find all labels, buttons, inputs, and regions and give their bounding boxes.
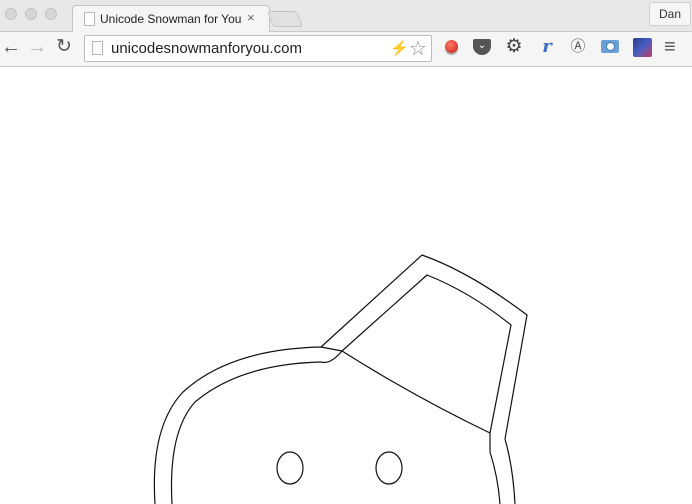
forward-icon[interactable]: →	[27, 37, 47, 57]
browser-tab[interactable]: Unicode Snowman for You ×	[72, 5, 270, 33]
page-icon	[92, 41, 103, 55]
camera-extension-icon[interactable]	[600, 37, 620, 57]
bookmark-star-icon[interactable]: ☆	[409, 36, 427, 61]
close-window-icon[interactable]	[5, 8, 17, 20]
reload-icon[interactable]: ↻	[56, 37, 72, 57]
a-extension-icon[interactable]: Ⓐ	[568, 37, 588, 57]
snowman-icon	[153, 254, 528, 504]
page-content	[0, 67, 692, 504]
back-icon[interactable]: ←	[1, 37, 21, 57]
page-favicon-icon	[84, 12, 95, 26]
profile-button[interactable]: Dan	[649, 2, 691, 26]
zoom-window-icon[interactable]	[45, 8, 57, 20]
image-extension-icon[interactable]	[632, 37, 652, 57]
menu-icon[interactable]: ≡	[664, 36, 676, 59]
pocket-extension-icon[interactable]: ⌄	[472, 37, 492, 57]
browser-tab-strip: Unicode Snowman for You × Dan	[0, 0, 692, 33]
gear-icon[interactable]: ⚙	[504, 37, 524, 57]
url-text[interactable]: unicodesnowmanforyou.com	[111, 40, 302, 57]
address-bar[interactable]: unicodesnowmanforyou.com ⚡ ☆	[84, 35, 432, 62]
tab-close-icon[interactable]: ×	[247, 10, 255, 25]
new-tab-button[interactable]	[267, 11, 303, 27]
tab-title: Unicode Snowman for You	[100, 12, 242, 26]
browser-toolbar: ← → ↻ unicodesnowmanforyou.com ⚡ ☆ ⌄ ⚙ r…	[0, 32, 692, 67]
minimize-window-icon[interactable]	[25, 8, 37, 20]
bolt-icon[interactable]: ⚡	[390, 39, 409, 57]
r-extension-icon[interactable]: r	[537, 37, 557, 57]
record-extension-icon[interactable]	[441, 37, 461, 57]
